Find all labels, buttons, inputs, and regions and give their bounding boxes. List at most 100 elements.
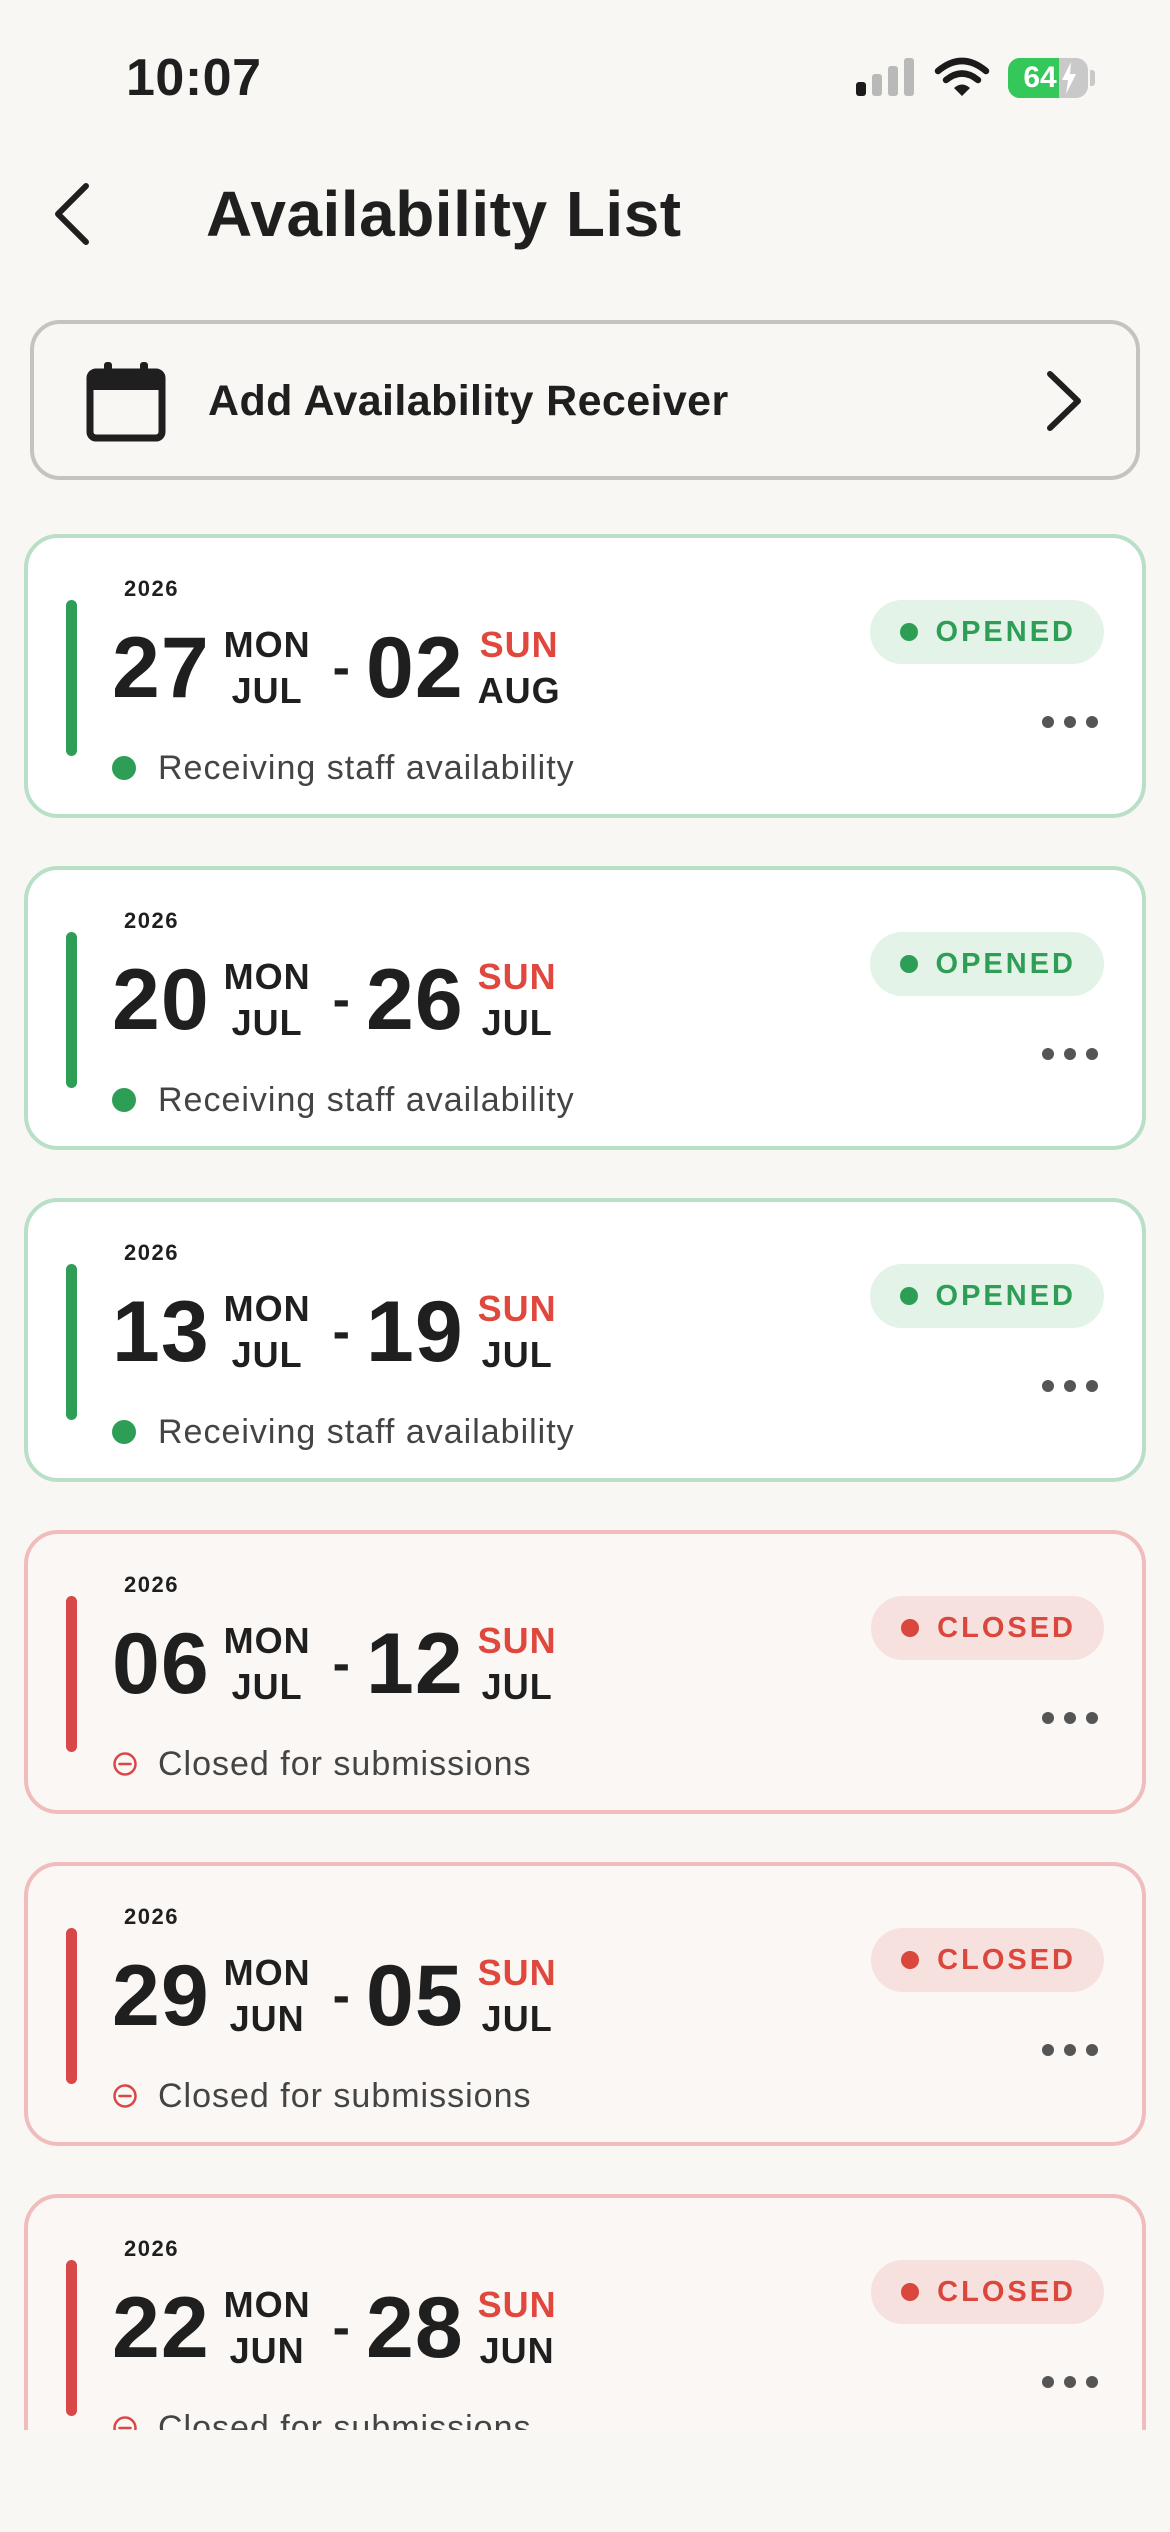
card-subtitle: Receiving staff availability (112, 1410, 575, 1454)
status-stripe (66, 1596, 77, 1752)
status-stripe (66, 1928, 77, 2084)
subtitle-text: Receiving staff availability (158, 1413, 575, 1451)
end-month: JUL (481, 1998, 553, 2039)
range-dash: - (332, 1303, 350, 1361)
status-badge: CLOSED (871, 2260, 1104, 2324)
status-stripe (66, 2260, 77, 2416)
status-badge-label: OPENED (935, 1279, 1076, 1312)
end-weekday: SUN (477, 2284, 557, 2325)
start-month: JUN (229, 2330, 305, 2371)
availability-card[interactable]: 2026 20 MON JUL - 26 SUN JUL Receiving sta… (24, 866, 1146, 1150)
more-options-button[interactable] (1042, 702, 1098, 742)
range-dash: - (332, 2299, 350, 2357)
year-label: 2026 (124, 1240, 179, 1265)
minus-circle-icon (113, 1752, 137, 1776)
badge-dot-icon (899, 955, 918, 973)
add-availability-receiver-button[interactable]: Add Availability Receiver (30, 320, 1140, 480)
status-badge: OPENED (869, 1264, 1104, 1328)
card-subtitle: Receiving staff availability (112, 1078, 575, 1122)
more-options-button[interactable] (1042, 1366, 1098, 1406)
end-day: 05 (366, 1948, 464, 2044)
range-dash: - (332, 1635, 350, 1693)
badge-dot-icon (901, 1951, 920, 1969)
end-day: 28 (366, 2280, 464, 2376)
status-time: 10:07 (126, 49, 262, 107)
badge-dot-icon (899, 1287, 918, 1305)
date-range: 06 MON JUL - 12 SUN JUL (112, 1614, 567, 1714)
battery-icon: 64 (1008, 58, 1088, 98)
end-weekday: SUN (477, 1288, 557, 1329)
badge-dot-icon (901, 2283, 920, 2301)
range-dash: - (332, 639, 350, 697)
end-month: JUL (481, 1334, 553, 1375)
start-month: JUL (231, 670, 303, 711)
end-month: JUL (481, 1002, 553, 1043)
badge-dot-icon (899, 623, 918, 641)
date-range: 22 MON JUN - 28 SUN JUN (112, 2278, 567, 2378)
start-weekday: MON (223, 624, 311, 665)
date-range: 20 MON JUL - 26 SUN JUL (112, 950, 567, 1050)
end-day: 26 (366, 952, 464, 1048)
availability-card[interactable]: 2026 06 MON JUL - 12 SUN JUL Closed for su… (24, 1530, 1146, 1814)
availability-card[interactable]: 2026 29 MON JUN - 05 SUN JUL Closed for su… (24, 1862, 1146, 2146)
more-options-button[interactable] (1042, 1698, 1098, 1738)
availability-card[interactable]: 2026 22 MON JUN - 28 SUN JUN Closed for su… (24, 2194, 1146, 2430)
availability-card[interactable]: 2026 27 MON JUL - 02 SUN AUG Receiving sta… (24, 534, 1146, 818)
card-subtitle: Receiving staff availability (112, 746, 575, 790)
end-weekday: SUN (477, 1620, 557, 1661)
status-badge-label: OPENED (935, 947, 1076, 980)
date-range: 29 MON JUN - 05 SUN JUL (112, 1946, 567, 2046)
back-button[interactable] (36, 178, 108, 250)
year-label: 2026 (124, 908, 179, 933)
status-badge-label: CLOSED (937, 1943, 1076, 1976)
subtitle-text: Closed for submissions (158, 2077, 532, 2115)
more-options-button[interactable] (1042, 1034, 1098, 1074)
end-month: JUL (481, 1666, 553, 1707)
start-day: 22 (112, 2280, 210, 2376)
date-range: 27 MON JUL - 02 SUN AUG (112, 618, 571, 718)
availability-card[interactable]: 2026 13 MON JUL - 19 SUN JUL Receiving sta… (24, 1198, 1146, 1482)
year-label: 2026 (124, 1904, 179, 1929)
more-options-button[interactable] (1042, 2030, 1098, 2070)
end-weekday: SUN (479, 624, 559, 665)
start-day: 13 (112, 1284, 210, 1380)
header: Availability List (0, 160, 1170, 270)
range-dash: - (332, 1967, 350, 2025)
start-weekday: MON (223, 1620, 311, 1661)
status-badge-label: CLOSED (937, 2275, 1076, 2308)
status-badge-label: OPENED (935, 615, 1076, 648)
status-bar: 10:07 64 (0, 0, 1170, 150)
calendar-icon (86, 362, 166, 442)
status-badge: CLOSED (871, 1928, 1104, 1992)
start-weekday: MON (223, 1952, 311, 1993)
start-weekday: MON (223, 956, 311, 997)
subtitle-text: Closed for submissions (158, 1745, 532, 1783)
minus-circle-icon (113, 2084, 137, 2108)
subtitle-text: Closed for submissions (158, 2409, 532, 2430)
badge-dot-icon (901, 1619, 920, 1637)
subtitle-text: Receiving staff availability (158, 1081, 575, 1119)
availability-list: 2026 27 MON JUL - 02 SUN AUG Receiving sta… (24, 534, 1146, 2430)
status-dot-icon (112, 1420, 136, 1444)
card-subtitle: Closed for submissions (112, 2074, 531, 2118)
chevron-left-icon (55, 183, 89, 245)
status-stripe (66, 600, 77, 756)
start-month: JUL (231, 1334, 303, 1375)
page-title: Availability List (206, 178, 682, 250)
wifi-icon (934, 57, 990, 96)
status-stripe (66, 1264, 77, 1420)
cellular-signal-icon (856, 58, 916, 96)
more-options-button[interactable] (1042, 2362, 1098, 2402)
date-range: 13 MON JUL - 19 SUN JUL (112, 1282, 567, 1382)
card-subtitle: Closed for submissions (112, 2406, 531, 2430)
start-day: 29 (112, 1948, 210, 2044)
start-month: JUL (231, 1002, 303, 1043)
start-day: 20 (112, 952, 210, 1048)
battery-cap (1090, 70, 1095, 86)
status-badge-label: CLOSED (937, 1611, 1076, 1644)
year-label: 2026 (124, 576, 179, 601)
end-day: 19 (366, 1284, 464, 1380)
screen: 10:07 64 Availability List Add Availabil… (0, 0, 1170, 2532)
status-dot-icon (112, 756, 136, 780)
end-weekday: SUN (477, 1952, 557, 1993)
